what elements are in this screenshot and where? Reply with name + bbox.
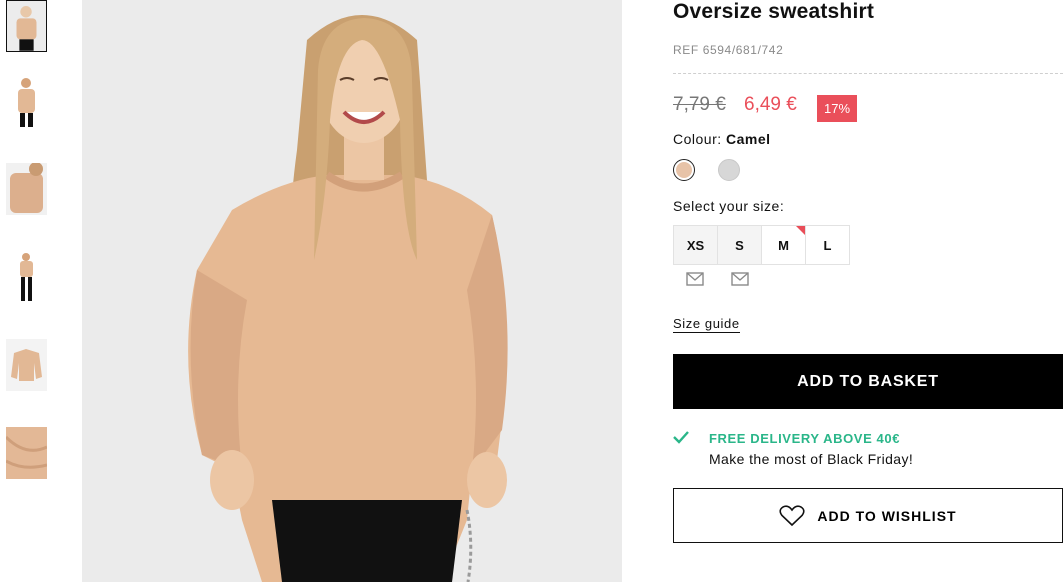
- mail-icon[interactable]: [686, 272, 704, 286]
- main-product-image: [82, 0, 622, 582]
- size-label: Select your size:: [673, 198, 785, 214]
- size-selector: XS S M L: [673, 225, 850, 265]
- sale-price: 6,49 €: [744, 94, 797, 115]
- original-price: 7,79 €: [673, 94, 726, 115]
- divider: [673, 73, 1063, 74]
- colour-value: Camel: [726, 131, 771, 147]
- colour-swatch-grey[interactable]: [718, 159, 740, 181]
- product-info-panel: Oversize sweatshirt REF 6594/681/742 7,7…: [673, 0, 1063, 582]
- wishlist-label: ADD TO WISHLIST: [817, 507, 957, 524]
- heart-icon: [779, 504, 805, 526]
- colour-swatch-camel[interactable]: [673, 159, 695, 181]
- thumbnail-6[interactable]: [6, 427, 47, 479]
- product-title: Oversize sweatshirt: [673, 0, 875, 23]
- free-delivery-subtitle: Make the most of Black Friday!: [709, 451, 914, 467]
- check-icon: [673, 431, 689, 444]
- size-m-button[interactable]: M: [761, 225, 806, 265]
- thumbnail-2[interactable]: [6, 75, 47, 127]
- size-guide-link[interactable]: Size guide: [673, 316, 740, 333]
- colour-info: Colour: Camel: [673, 131, 771, 147]
- product-reference: REF 6594/681/742: [673, 43, 784, 57]
- add-to-basket-button[interactable]: ADD TO BASKET: [673, 354, 1063, 409]
- size-l-button[interactable]: L: [805, 225, 850, 265]
- thumbnail-5[interactable]: [6, 339, 47, 391]
- colour-label: Colour:: [673, 131, 722, 147]
- free-delivery-title: FREE DELIVERY ABOVE 40€: [709, 431, 901, 446]
- discount-badge: 17%: [817, 95, 857, 122]
- thumbnail-4[interactable]: [6, 251, 47, 303]
- size-s-button[interactable]: S: [717, 225, 762, 265]
- add-to-wishlist-button[interactable]: ADD TO WISHLIST: [673, 488, 1063, 543]
- mail-icon[interactable]: [731, 272, 749, 286]
- thumbnail-gallery: [0, 0, 60, 582]
- low-stock-marker: [796, 226, 805, 235]
- thumbnail-3[interactable]: [6, 163, 47, 215]
- size-xs-button[interactable]: XS: [673, 225, 718, 265]
- thumbnail-1[interactable]: [6, 0, 47, 52]
